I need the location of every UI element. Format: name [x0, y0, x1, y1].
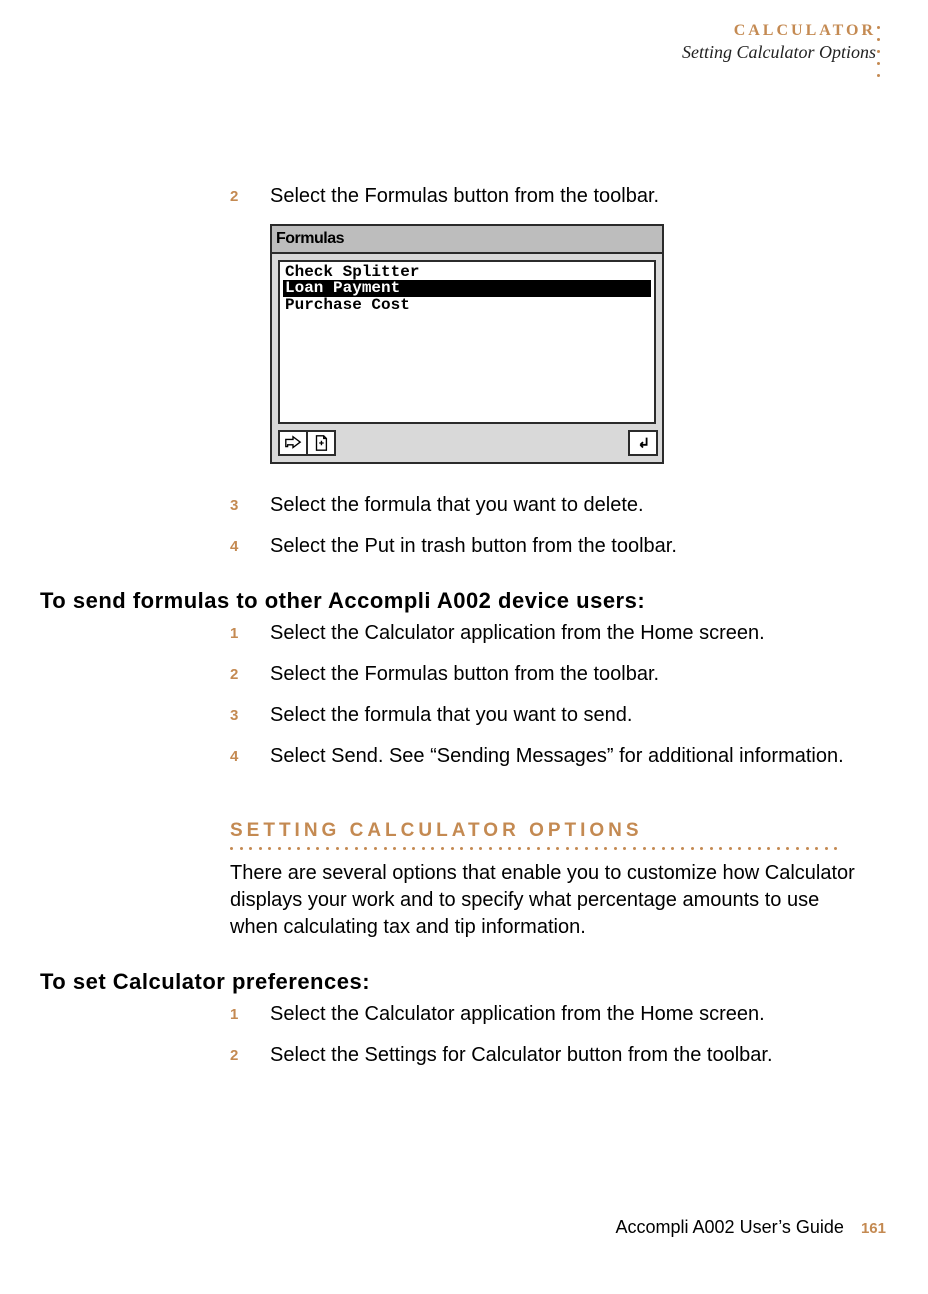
- back-icon[interactable]: [628, 430, 658, 456]
- step-item: 1 Select the Calculator application from…: [230, 1001, 858, 1028]
- step-number: 3: [230, 702, 270, 726]
- formulas-listbox[interactable]: Check Splitter Loan Payment Purchase Cos…: [278, 260, 656, 424]
- new-document-icon[interactable]: [306, 430, 336, 456]
- step-item: 2 Select the Settings for Calculator but…: [230, 1042, 858, 1069]
- decorative-dots-vertical: [877, 26, 880, 77]
- step-number: 1: [230, 1001, 270, 1025]
- page-footer: Accompli A002 User’s Guide 161: [616, 1217, 887, 1238]
- step-text: Select the formula that you want to send…: [270, 702, 858, 729]
- content-block-preferences: 1 Select the Calculator application from…: [230, 1001, 858, 1069]
- step-number: 3: [230, 492, 270, 516]
- step-text: Select the Calculator application from t…: [270, 620, 858, 647]
- dialog-title: Formulas: [272, 226, 662, 254]
- step-text: Select the Put in trash button from the …: [270, 533, 858, 560]
- step-number: 2: [230, 183, 270, 207]
- send-icon[interactable]: [278, 430, 308, 456]
- content-block-delete: 2 Select the Formulas button from the to…: [230, 183, 858, 560]
- toolbar-left-group: [278, 430, 334, 456]
- section-heading: SETTING CALCULATOR OPTIONS: [230, 818, 858, 844]
- step-number: 2: [230, 661, 270, 685]
- step-item: 2 Select the Formulas button from the to…: [230, 661, 858, 688]
- footer-guide-title: Accompli A002 User’s Guide: [616, 1217, 844, 1237]
- dialog-toolbar: [272, 430, 662, 462]
- subheading-preferences: To set Calculator preferences:: [40, 969, 888, 995]
- step-number: 2: [230, 1042, 270, 1066]
- step-text: Select the formula that you want to dele…: [270, 492, 858, 519]
- step-item: 4 Select Send. See “Sending Messages” fo…: [230, 743, 858, 770]
- step-text: Select the Calculator application from t…: [270, 1001, 858, 1028]
- list-item-selected[interactable]: Loan Payment: [283, 280, 651, 297]
- formulas-dialog-screenshot: Formulas Check Splitter Loan Payment Pur…: [270, 224, 664, 464]
- footer-page-number: 161: [861, 1220, 886, 1237]
- list-item[interactable]: Purchase Cost: [283, 297, 651, 314]
- step-text: Select the Formulas button from the tool…: [270, 661, 858, 688]
- step-number: 4: [230, 533, 270, 557]
- header-section: Setting Calculator Options: [40, 42, 876, 63]
- step-item: 1 Select the Calculator application from…: [230, 620, 858, 647]
- step-number: 4: [230, 743, 270, 767]
- step-text: Select the Settings for Calculator butto…: [270, 1042, 858, 1069]
- step-text: Select Send. See “Sending Messages” for …: [270, 743, 858, 770]
- header-chapter: CALCULATOR: [40, 22, 876, 40]
- page-header: CALCULATOR Setting Calculator Options: [40, 22, 888, 63]
- step-text: Select the Formulas button from the tool…: [270, 183, 858, 210]
- step-item: 4 Select the Put in trash button from th…: [230, 533, 858, 560]
- step-number: 1: [230, 620, 270, 644]
- step-item: 2 Select the Formulas button from the to…: [230, 183, 858, 210]
- content-block-send: 1 Select the Calculator application from…: [230, 620, 858, 942]
- subheading-send-formulas: To send formulas to other Accompli A002 …: [40, 588, 888, 614]
- section-paragraph: There are several options that enable yo…: [230, 860, 858, 941]
- step-item: 3 Select the formula that you want to se…: [230, 702, 858, 729]
- decorative-dots-horizontal: [230, 847, 850, 850]
- step-item: 3 Select the formula that you want to de…: [230, 492, 858, 519]
- list-item[interactable]: Check Splitter: [283, 264, 651, 281]
